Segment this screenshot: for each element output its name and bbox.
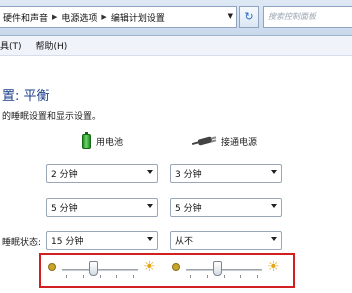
breadcrumb-power-options[interactable]: 电源选项 (61, 11, 97, 24)
select-value: 从不 (175, 237, 194, 247)
search-input[interactable]: 搜索控制面板 (263, 6, 352, 28)
slider-tick (100, 275, 101, 278)
select-value: 5 分钟 (175, 204, 202, 214)
select-value: 15 分钟 (51, 237, 84, 247)
page-title: 置: 平衡 (2, 89, 50, 104)
slider-tick (240, 275, 241, 278)
chevron-down-icon (147, 170, 153, 174)
select-value: 5 分钟 (51, 204, 78, 214)
column-battery-label: 用电池 (96, 137, 124, 148)
menu-tools[interactable]: 具(T) (0, 39, 22, 52)
chevron-down-icon (147, 204, 153, 208)
brightness-high-icon: ☀ (267, 259, 280, 275)
sleep-plugged-select[interactable]: 从不 (170, 231, 282, 250)
slider-tick (83, 275, 84, 278)
dim-display-battery-select[interactable]: 2 分钟 (46, 164, 158, 183)
slider-tick (257, 275, 258, 278)
slider-tick (190, 275, 191, 278)
slider-tick (66, 275, 67, 278)
brightness-high-icon: ☀ (143, 259, 156, 275)
slider-tick (224, 275, 225, 278)
power-plug-icon (191, 136, 217, 146)
chevron-down-icon[interactable]: ▼ (228, 12, 233, 20)
brightness-plugged-slider[interactable] (186, 261, 262, 281)
turn-off-display-battery-select[interactable]: 5 分钟 (46, 198, 158, 217)
address-bar: 硬件和声音 ▶ 电源选项 ▶ 编辑计划设置 ▼ ↻ 搜索控制面板 (0, 0, 352, 36)
breadcrumb-hardware-sound[interactable]: 硬件和声音 (3, 11, 48, 24)
sleep-battery-select[interactable]: 15 分钟 (46, 231, 158, 250)
breadcrumb-separator-icon[interactable]: ▶ (101, 13, 106, 21)
select-value: 2 分钟 (51, 170, 78, 180)
slider-track[interactable] (62, 269, 138, 271)
slider-tick (207, 275, 208, 278)
column-plugged-label: 接通电源 (221, 137, 258, 148)
brightness-battery-slider[interactable] (62, 261, 138, 281)
brightness-low-icon (48, 263, 56, 271)
refresh-icon[interactable]: ↻ (239, 6, 259, 28)
slider-thumb[interactable] (89, 261, 98, 276)
breadcrumb[interactable]: 硬件和声音 ▶ 电源选项 ▶ 编辑计划设置 ▼ (0, 6, 237, 28)
slider-tick (116, 275, 117, 278)
sleep-label: 睡眠状态: (2, 238, 42, 248)
breadcrumb-edit-plan[interactable]: 编辑计划设置 (111, 11, 165, 24)
chevron-down-icon (271, 237, 277, 241)
menu-bar: 具(T) 帮助(H) (0, 36, 352, 56)
page-subtitle: 的睡眠设置和显示设置。 (2, 112, 102, 122)
brightness-low-icon (172, 263, 180, 271)
breadcrumb-separator-icon[interactable]: ▶ (52, 13, 57, 21)
chevron-down-icon (147, 237, 153, 241)
slider-thumb[interactable] (213, 261, 222, 276)
column-on-battery: 用电池 (82, 131, 124, 150)
chevron-down-icon (271, 204, 277, 208)
dim-display-plugged-select[interactable]: 3 分钟 (170, 164, 282, 183)
slider-track[interactable] (186, 269, 262, 271)
battery-icon (82, 131, 91, 149)
select-value: 3 分钟 (175, 170, 202, 180)
chevron-down-icon (271, 170, 277, 174)
menu-help[interactable]: 帮助(H) (36, 39, 68, 52)
slider-tick (133, 275, 134, 278)
column-plugged-in: 接通电源 (191, 132, 258, 150)
turn-off-display-plugged-select[interactable]: 5 分钟 (170, 198, 282, 217)
